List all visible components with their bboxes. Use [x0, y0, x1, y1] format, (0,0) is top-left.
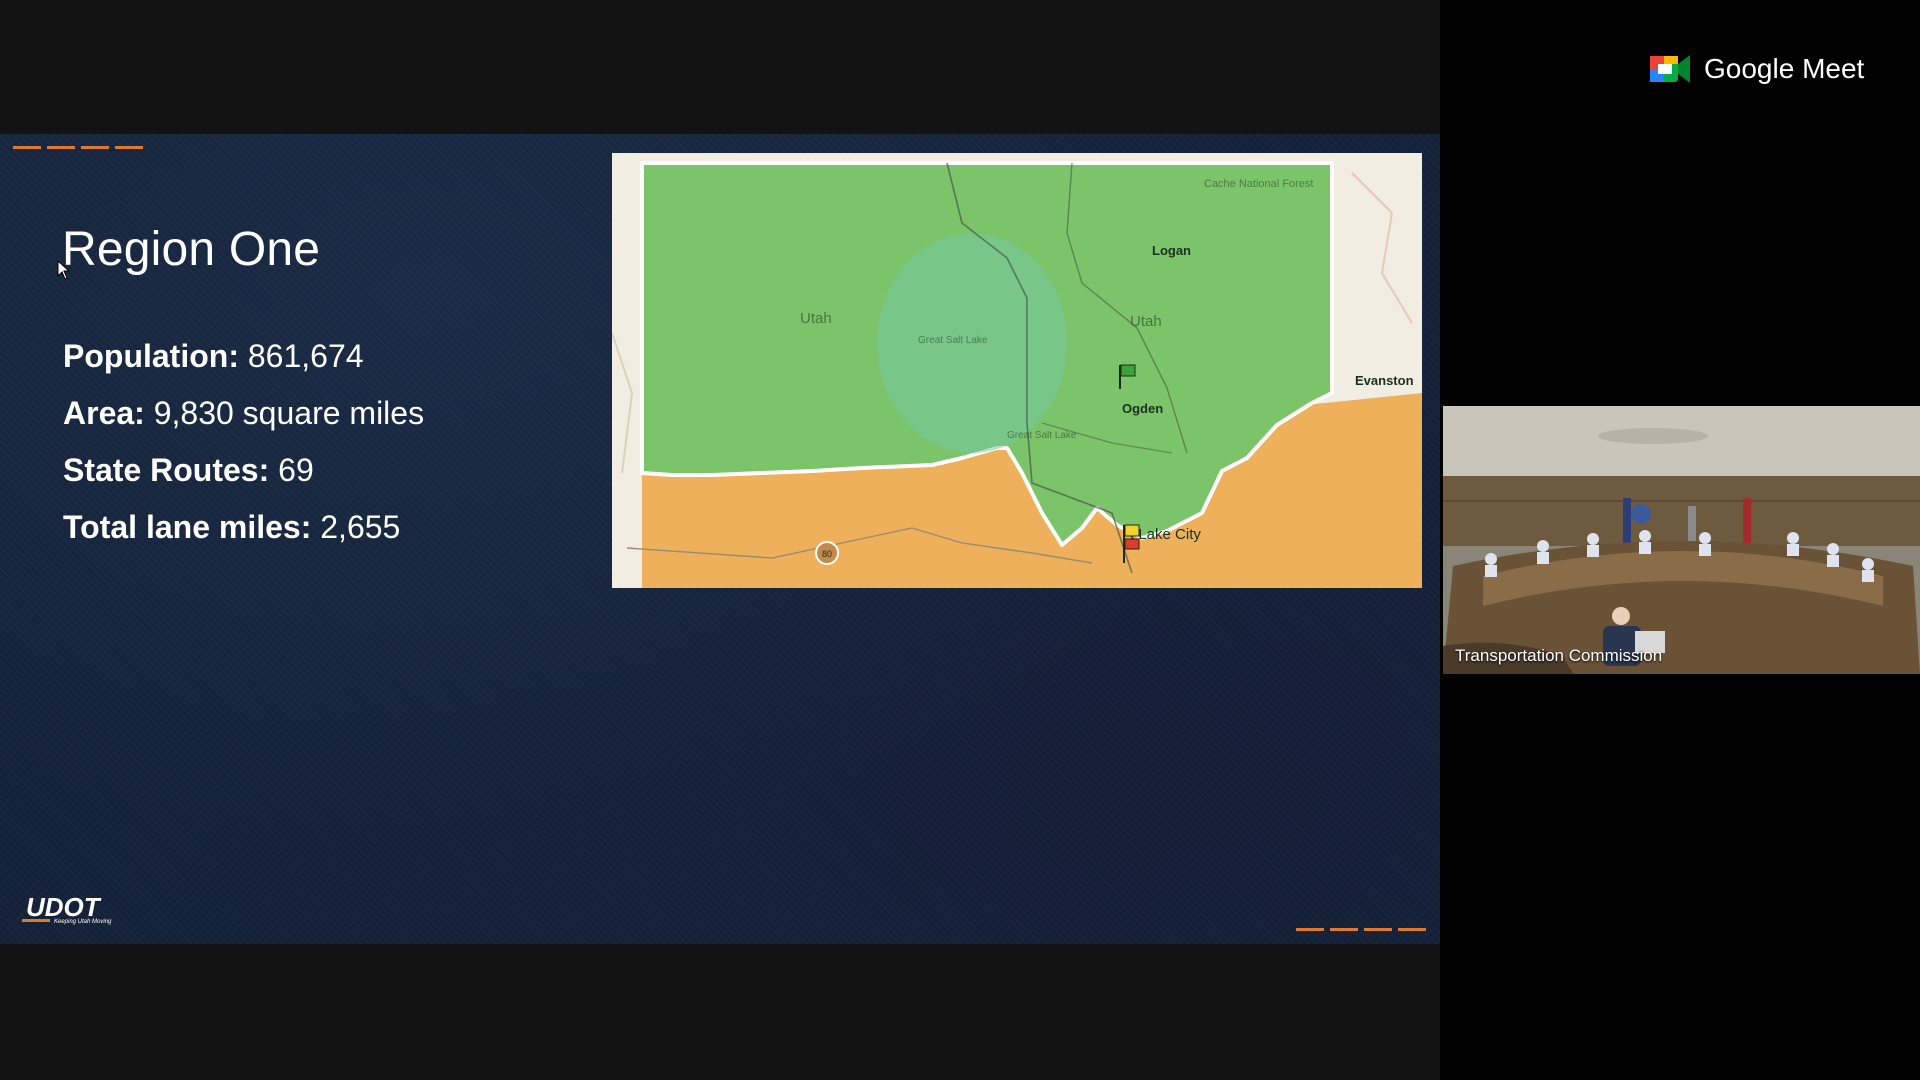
salt-lake-city-label: t Lake City	[1130, 526, 1201, 543]
stat-label: Area:	[63, 395, 145, 431]
google-meet-logo-icon	[1650, 55, 1690, 83]
logan-label: Logan	[1152, 243, 1191, 258]
stat-label: Population:	[63, 338, 239, 374]
udot-logo-text: UDOT	[26, 892, 102, 922]
interstate-label: 80	[822, 549, 832, 559]
utah-east-label: Utah	[1130, 313, 1162, 330]
accent-dashes-bottom	[1296, 928, 1426, 931]
stat-value: 9,830 square miles	[153, 395, 425, 431]
great-salt-lake-south-label: Great Salt Lake	[1007, 430, 1077, 441]
room-video-frame	[1443, 406, 1920, 674]
great-salt-lake-label: Great Salt Lake	[918, 335, 988, 346]
evanston-label: Evanston	[1355, 373, 1414, 388]
stat-value: 861,674	[247, 338, 364, 374]
presented-slide: Region One Population: 861,674 Area: 9,8…	[0, 134, 1440, 944]
region-stats: Population: 861,674 Area: 9,830 square m…	[63, 328, 424, 556]
slide-title: Region One	[62, 223, 321, 276]
stat-label: State Routes:	[63, 452, 270, 488]
utah-west-label: Utah	[800, 310, 832, 327]
mouse-pointer-icon	[57, 260, 71, 280]
participant-name-label: Transportation Commission	[1455, 646, 1663, 665]
stat-label: Total lane miles:	[63, 509, 312, 545]
participant-video-tile[interactable]: Transportation Commission	[1443, 406, 1920, 674]
stat-population: Population: 861,674	[63, 328, 424, 385]
accent-dashes-top	[13, 146, 143, 149]
udot-tagline: Keeping Utah Moving	[54, 919, 112, 925]
stat-state-routes: State Routes: 69	[63, 442, 424, 499]
presentation-area: Region One Population: 861,674 Area: 9,8…	[0, 0, 1440, 1080]
ogden-label: Ogden	[1122, 401, 1163, 416]
stat-value: 69	[278, 452, 314, 488]
google-meet-title: Google Meet	[1704, 53, 1865, 84]
region-map-svg: 80 Cache National Forest Logan Utah Utah…	[612, 153, 1422, 588]
forest-label: Cache National Forest	[1204, 178, 1313, 190]
stat-lane-miles: Total lane miles: 2,655	[63, 499, 424, 556]
stat-area: Area: 9,830 square miles	[63, 385, 424, 442]
google-meet-branding: Google Meet	[1650, 52, 1864, 86]
stat-value: 2,655	[320, 509, 401, 545]
region-map: 80 Cache National Forest Logan Utah Utah…	[612, 153, 1422, 588]
